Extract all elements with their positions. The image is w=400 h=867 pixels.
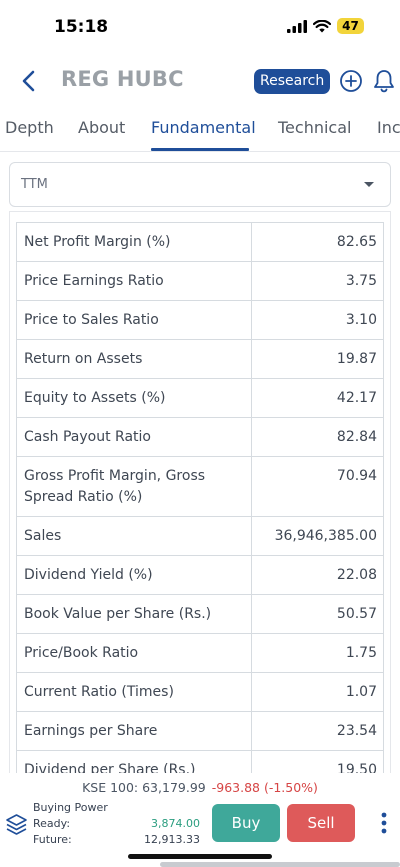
- signal-icon: [287, 19, 307, 33]
- status-bar: 15:18 47: [0, 0, 400, 54]
- table-row: Equity to Assets (%) 42.17: [15, 378, 384, 418]
- metric-value: 19.50: [251, 750, 384, 773]
- more-options-button[interactable]: [375, 810, 393, 836]
- table-row: Cash Payout Ratio 82.84: [15, 417, 384, 457]
- metric-label: Gross Profit Margin, Gross Spread Ratio …: [15, 456, 253, 517]
- metric-value: 82.84: [251, 417, 384, 457]
- page-title: REG HUBC: [61, 67, 184, 91]
- metric-label: Price to Sales Ratio: [15, 300, 253, 340]
- metric-value: 1.75: [251, 633, 384, 673]
- buy-button[interactable]: Buy: [212, 804, 280, 842]
- status-icons: 47: [287, 18, 364, 34]
- metric-label: Dividend Yield (%): [15, 555, 253, 595]
- metrics-panel[interactable]: Net Profit Margin (%) 82.65 Price Earnin…: [9, 211, 391, 773]
- metric-value: 19.87: [251, 339, 384, 379]
- bell-icon: [374, 70, 394, 93]
- sell-button[interactable]: Sell: [287, 804, 355, 842]
- metric-label: Net Profit Margin (%): [15, 222, 253, 262]
- buying-power-title: Buying Power: [33, 801, 108, 814]
- metric-value: 82.65: [251, 222, 384, 262]
- metric-value: 3.10: [251, 300, 384, 340]
- ready-label: Ready:: [33, 817, 71, 830]
- period-select[interactable]: TTM: [9, 162, 391, 207]
- metric-value: 22.08: [251, 555, 384, 595]
- active-tab-indicator: [151, 148, 249, 151]
- header: REG HUBC Research: [0, 62, 400, 100]
- metric-label: Equity to Assets (%): [15, 378, 253, 418]
- tab-bar: Depth About Fundamental Technical Inc: [0, 108, 400, 152]
- index-value: KSE 100: 63,179.99: [82, 780, 206, 795]
- back-chevron-icon: [22, 70, 35, 92]
- add-circle-icon: [340, 70, 362, 92]
- metric-value: 3.75: [251, 261, 384, 301]
- ready-value: 3,874.00: [151, 817, 200, 830]
- future-label: Future:: [33, 833, 72, 846]
- home-indicator[interactable]: [128, 854, 272, 859]
- metric-label: Price/Book Ratio: [15, 633, 253, 673]
- metric-label: Dividend per Share (Rs.): [15, 750, 253, 773]
- table-row: Net Profit Margin (%) 82.65: [15, 222, 384, 262]
- table-row: Return on Assets 19.87: [15, 339, 384, 379]
- tab-depth[interactable]: Depth: [5, 118, 54, 137]
- table-row: Current Ratio (Times) 1.07: [15, 672, 384, 712]
- metric-value: 23.54: [251, 711, 384, 751]
- metric-label: Sales: [15, 516, 253, 556]
- table-row: Price/Book Ratio 1.75: [15, 633, 384, 673]
- period-value: TTM: [21, 177, 48, 192]
- wifi-icon: [313, 19, 331, 32]
- metrics-table: Net Profit Margin (%) 82.65 Price Earnin…: [15, 222, 384, 773]
- table-row: Gross Profit Margin, Gross Spread Ratio …: [15, 456, 384, 517]
- add-watchlist-button[interactable]: [339, 69, 363, 93]
- metric-label: Earnings per Share: [15, 711, 253, 751]
- tab-about[interactable]: About: [78, 118, 125, 137]
- layers-icon: [6, 814, 27, 835]
- battery-icon: 47: [337, 18, 364, 34]
- tab-technical[interactable]: Technical: [278, 118, 351, 137]
- table-row: Sales 36,946,385.00: [15, 516, 384, 556]
- table-row: Earnings per Share 23.54: [15, 711, 384, 751]
- tab-fundamental[interactable]: Fundamental: [151, 118, 256, 137]
- metric-value: 50.57: [251, 594, 384, 634]
- table-row: Book Value per Share (Rs.) 50.57: [15, 594, 384, 634]
- metric-label: Price Earnings Ratio: [15, 261, 253, 301]
- metric-label: Current Ratio (Times): [15, 672, 253, 712]
- metric-label: Book Value per Share (Rs.): [15, 594, 253, 634]
- notifications-button[interactable]: [372, 68, 396, 94]
- metric-value: 36,946,385.00: [251, 516, 384, 556]
- metric-label: Return on Assets: [15, 339, 253, 379]
- table-row: Price to Sales Ratio 3.10: [15, 300, 384, 340]
- status-time: 15:18: [54, 17, 109, 37]
- table-row: Dividend per Share (Rs.) 19.50: [15, 750, 384, 773]
- back-button[interactable]: [18, 68, 40, 94]
- research-button[interactable]: Research: [254, 69, 331, 94]
- metric-value: 70.94: [251, 456, 384, 517]
- index-ticker: KSE 100: 63,179.99 -963.88 (-1.50%): [0, 780, 400, 795]
- index-change: -963.88 (-1.50%): [211, 780, 318, 795]
- metric-value: 1.07: [251, 672, 384, 712]
- metric-label: Cash Payout Ratio: [15, 417, 253, 457]
- table-row: Dividend Yield (%) 22.08: [15, 555, 384, 595]
- horizontal-scrollbar[interactable]: [160, 862, 400, 867]
- future-value: 12,913.33: [144, 833, 200, 846]
- caret-down-icon: [364, 182, 374, 187]
- metric-value: 42.17: [251, 378, 384, 418]
- table-row: Price Earnings Ratio 3.75: [15, 261, 384, 301]
- more-vertical-icon: [381, 812, 387, 834]
- tab-inc[interactable]: Inc: [377, 118, 400, 137]
